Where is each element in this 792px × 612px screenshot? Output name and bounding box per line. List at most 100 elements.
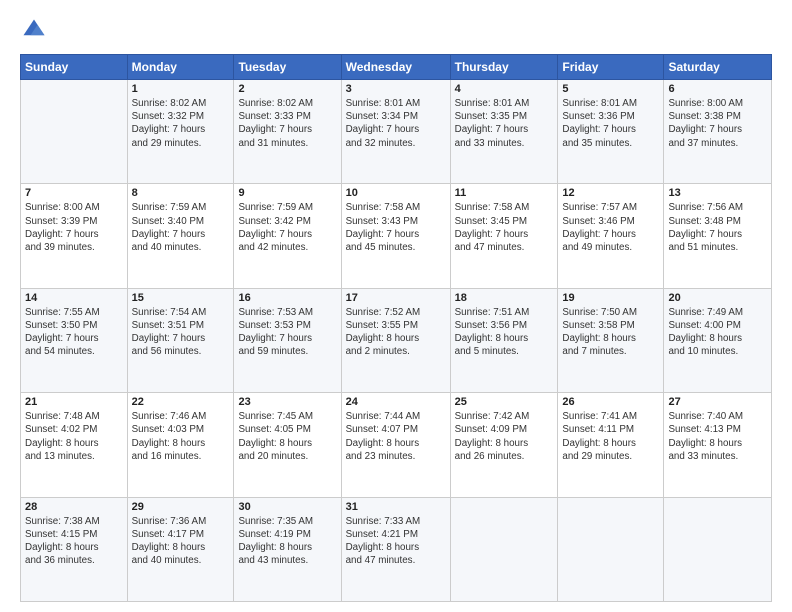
day-number: 15 [132,292,230,304]
logo-icon [20,16,48,44]
calendar-cell: 9 Sunrise: 7:59 AM Sunset: 3:42 PM Daylig… [234,184,341,288]
header-day: Sunday [21,55,128,80]
day-info: Sunrise: 7:58 AM Sunset: 3:45 PM Dayligh… [455,201,554,254]
calendar-cell: 20Sunrise: 7:49 AM Sunset: 4:00 PM Dayli… [664,288,772,392]
calendar-cell: 11 Sunrise: 7:58 AM Sunset: 3:45 PM Dayli… [450,184,558,288]
day-info: Sunrise: 7:58 AM Sunset: 3:43 PM Dayligh… [346,201,446,254]
day-number: 21 [25,396,123,408]
calendar-cell: 30 Sunrise: 7:35 AM Sunset: 4:19 PM Dayli… [234,497,341,601]
calendar-cell: 1 Sunrise: 8:02 AM Sunset: 3:32 PM Daylig… [127,80,234,184]
header-day: Friday [558,55,664,80]
day-info: Sunrise: 7:40 AM Sunset: 4:13 PM Dayligh… [668,410,767,463]
day-info: Sunrise: 7:38 AM Sunset: 4:15 PM Dayligh… [25,515,123,568]
day-info: Sunrise: 7:59 AM Sunset: 3:42 PM Dayligh… [238,201,336,254]
calendar-cell: 12 Sunrise: 7:57 AM Sunset: 3:46 PM Dayli… [558,184,664,288]
calendar-cell: 21 Sunrise: 7:48 AM Sunset: 4:02 PM Dayli… [21,393,128,497]
calendar-cell: 15 Sunrise: 7:54 AM Sunset: 3:51 PM Dayli… [127,288,234,392]
day-number: 23 [238,396,336,408]
calendar-cell: 29Sunrise: 7:36 AM Sunset: 4:17 PM Dayli… [127,497,234,601]
calendar-week-row: 21 Sunrise: 7:48 AM Sunset: 4:02 PM Dayli… [21,393,772,497]
calendar-week-row: 14 Sunrise: 7:55 AM Sunset: 3:50 PM Dayli… [21,288,772,392]
day-info: Sunrise: 7:41 AM Sunset: 4:11 PM Dayligh… [562,410,659,463]
calendar-cell: 19 Sunrise: 7:50 AM Sunset: 3:58 PM Dayli… [558,288,664,392]
day-info: Sunrise: 8:01 AM Sunset: 3:34 PM Dayligh… [346,97,446,150]
calendar-cell: 2 Sunrise: 8:02 AM Sunset: 3:33 PM Daylig… [234,80,341,184]
calendar-cell: 27 Sunrise: 7:40 AM Sunset: 4:13 PM Dayli… [664,393,772,497]
calendar-cell [450,497,558,601]
calendar-cell: 18 Sunrise: 7:51 AM Sunset: 3:56 PM Dayli… [450,288,558,392]
calendar-cell: 7 Sunrise: 8:00 AM Sunset: 3:39 PM Daylig… [21,184,128,288]
calendar-cell: 6Sunrise: 8:00 AM Sunset: 3:38 PM Daylig… [664,80,772,184]
day-info: Sunrise: 7:35 AM Sunset: 4:19 PM Dayligh… [238,515,336,568]
day-number: 30 [238,501,336,513]
day-number: 7 [25,187,123,199]
day-info: Sunrise: 7:44 AM Sunset: 4:07 PM Dayligh… [346,410,446,463]
calendar-table: SundayMondayTuesdayWednesdayThursdayFrid… [20,54,772,602]
day-info: Sunrise: 8:02 AM Sunset: 3:33 PM Dayligh… [238,97,336,150]
calendar-cell: 24 Sunrise: 7:44 AM Sunset: 4:07 PM Dayli… [341,393,450,497]
calendar-cell: 10Sunrise: 7:58 AM Sunset: 3:43 PM Dayli… [341,184,450,288]
day-number: 22 [132,396,230,408]
day-number: 29 [132,501,230,513]
day-info: Sunrise: 7:56 AM Sunset: 3:48 PM Dayligh… [668,201,767,254]
day-info: Sunrise: 7:52 AM Sunset: 3:55 PM Dayligh… [346,306,446,359]
header-day: Saturday [664,55,772,80]
header-day: Thursday [450,55,558,80]
header-day: Monday [127,55,234,80]
day-info: Sunrise: 7:54 AM Sunset: 3:51 PM Dayligh… [132,306,230,359]
day-number: 27 [668,396,767,408]
day-number: 1 [132,83,230,95]
day-number: 5 [562,83,659,95]
day-number: 11 [455,187,554,199]
calendar-cell: 22 Sunrise: 7:46 AM Sunset: 4:03 PM Dayli… [127,393,234,497]
day-number: 14 [25,292,123,304]
calendar-cell: 28 Sunrise: 7:38 AM Sunset: 4:15 PM Dayli… [21,497,128,601]
calendar-cell: 3 Sunrise: 8:01 AM Sunset: 3:34 PM Daylig… [341,80,450,184]
day-info: Sunrise: 7:49 AM Sunset: 4:00 PM Dayligh… [668,306,767,359]
day-number: 4 [455,83,554,95]
calendar-cell [21,80,128,184]
day-number: 28 [25,501,123,513]
calendar-cell: 13 Sunrise: 7:56 AM Sunset: 3:48 PM Dayli… [664,184,772,288]
calendar-cell: 16 Sunrise: 7:53 AM Sunset: 3:53 PM Dayli… [234,288,341,392]
day-info: Sunrise: 7:50 AM Sunset: 3:58 PM Dayligh… [562,306,659,359]
calendar-cell [558,497,664,601]
calendar-cell: 23 Sunrise: 7:45 AM Sunset: 4:05 PM Dayli… [234,393,341,497]
day-info: Sunrise: 7:59 AM Sunset: 3:40 PM Dayligh… [132,201,230,254]
day-number: 26 [562,396,659,408]
day-info: Sunrise: 7:48 AM Sunset: 4:02 PM Dayligh… [25,410,123,463]
day-info: Sunrise: 7:57 AM Sunset: 3:46 PM Dayligh… [562,201,659,254]
day-number: 12 [562,187,659,199]
day-info: Sunrise: 7:55 AM Sunset: 3:50 PM Dayligh… [25,306,123,359]
day-number: 8 [132,187,230,199]
calendar-cell: 5 Sunrise: 8:01 AM Sunset: 3:36 PM Daylig… [558,80,664,184]
day-info: Sunrise: 8:00 AM Sunset: 3:38 PM Dayligh… [668,97,767,150]
day-info: Sunrise: 7:51 AM Sunset: 3:56 PM Dayligh… [455,306,554,359]
day-info: Sunrise: 8:02 AM Sunset: 3:32 PM Dayligh… [132,97,230,150]
header-day: Tuesday [234,55,341,80]
day-number: 9 [238,187,336,199]
day-info: Sunrise: 7:53 AM Sunset: 3:53 PM Dayligh… [238,306,336,359]
header-day: Wednesday [341,55,450,80]
day-number: 2 [238,83,336,95]
calendar-week-row: 7 Sunrise: 8:00 AM Sunset: 3:39 PM Daylig… [21,184,772,288]
day-number: 3 [346,83,446,95]
day-number: 16 [238,292,336,304]
day-number: 24 [346,396,446,408]
day-info: Sunrise: 8:01 AM Sunset: 3:36 PM Dayligh… [562,97,659,150]
calendar-week-row: 1 Sunrise: 8:02 AM Sunset: 3:32 PM Daylig… [21,80,772,184]
day-number: 19 [562,292,659,304]
calendar-cell: 14 Sunrise: 7:55 AM Sunset: 3:50 PM Dayli… [21,288,128,392]
day-info: Sunrise: 8:00 AM Sunset: 3:39 PM Dayligh… [25,201,123,254]
day-number: 18 [455,292,554,304]
day-info: Sunrise: 7:42 AM Sunset: 4:09 PM Dayligh… [455,410,554,463]
page: SundayMondayTuesdayWednesdayThursdayFrid… [0,0,792,612]
day-info: Sunrise: 7:33 AM Sunset: 4:21 PM Dayligh… [346,515,446,568]
day-info: Sunrise: 7:45 AM Sunset: 4:05 PM Dayligh… [238,410,336,463]
calendar-week-row: 28 Sunrise: 7:38 AM Sunset: 4:15 PM Dayli… [21,497,772,601]
day-info: Sunrise: 7:46 AM Sunset: 4:03 PM Dayligh… [132,410,230,463]
header-row: SundayMondayTuesdayWednesdayThursdayFrid… [21,55,772,80]
header [20,16,772,44]
day-number: 25 [455,396,554,408]
day-number: 13 [668,187,767,199]
